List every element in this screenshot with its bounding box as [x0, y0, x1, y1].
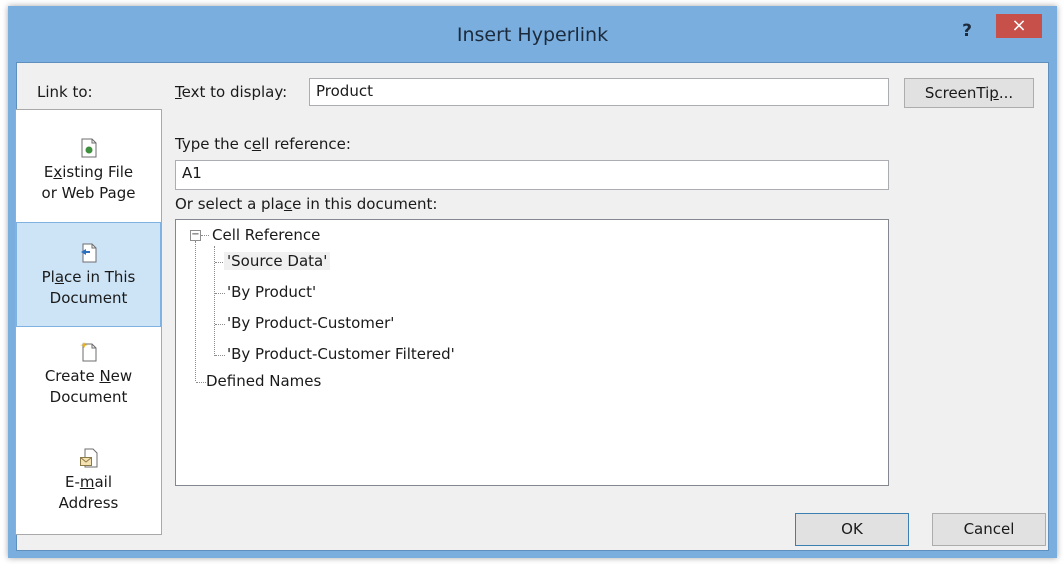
link-place-line2: Document: [49, 289, 128, 307]
tree-connector: [215, 355, 225, 356]
tree-node-by-product-customer-filtered[interactable]: 'By Product-Customer Filtered': [227, 345, 455, 363]
existing-file-icon: [81, 138, 96, 158]
tree-connector: [215, 324, 225, 325]
text-to-display-input[interactable]: Product: [309, 78, 889, 106]
link-email-line2: Address: [58, 494, 119, 512]
collapse-icon[interactable]: −: [190, 230, 201, 241]
close-icon: ×: [1011, 15, 1027, 36]
tree-node-defined-names[interactable]: Defined Names: [206, 372, 321, 390]
tree-node-cell-reference[interactable]: Cell Reference: [212, 226, 320, 244]
dialog-body: Link to: Existing File or Web Page Place…: [15, 62, 1049, 551]
link-to-label: Link to:: [37, 83, 93, 101]
link-create-line2: Document: [49, 388, 128, 406]
tree-node-by-product[interactable]: 'By Product': [227, 283, 316, 301]
select-place-label: Or select a place in this document:: [175, 195, 438, 213]
tree-node-source-data[interactable]: 'Source Data': [224, 252, 331, 270]
link-place-line1: Place in This: [41, 268, 136, 286]
link-to-bar: Existing File or Web Page Place in This …: [15, 109, 162, 535]
document-places-tree[interactable]: − Cell Reference 'Source Data' 'By Produ…: [175, 219, 889, 486]
cell-reference-label: Type the cell reference:: [175, 135, 351, 153]
link-existing-line2: or Web Page: [41, 184, 136, 202]
email-address-icon: [79, 448, 97, 468]
help-button[interactable]: ?: [952, 16, 982, 46]
link-existing-line1: Existing File: [43, 163, 134, 181]
link-email-line1: E-mail: [64, 473, 113, 491]
ok-button[interactable]: OK: [795, 513, 909, 546]
cancel-button[interactable]: Cancel: [932, 513, 1046, 546]
dialog-title: Insert Hyperlink: [456, 24, 609, 46]
link-create-new-document-button[interactable]: Create New Document: [16, 342, 161, 442]
tree-node-by-product-customer[interactable]: 'By Product-Customer': [227, 314, 394, 332]
tree-connector: [201, 235, 209, 236]
tree-connector: [196, 382, 206, 383]
cell-reference-input[interactable]: A1: [175, 160, 889, 190]
close-button[interactable]: ×: [996, 14, 1042, 38]
tree-connector: [195, 241, 196, 381]
insert-hyperlink-dialog: Insert Hyperlink ? × Link to: Existing F…: [8, 6, 1057, 558]
place-in-document-icon: [80, 243, 96, 263]
new-document-icon: [79, 342, 96, 362]
screentip-button[interactable]: ScreenTip...: [904, 78, 1034, 108]
link-place-in-document-button[interactable]: Place in This Document: [16, 222, 161, 327]
text-to-display-label: Text to display:: [175, 83, 288, 101]
link-email-address-button[interactable]: E-mail Address: [16, 448, 161, 528]
title-bar: Insert Hyperlink ? ×: [8, 6, 1057, 62]
link-create-line1: Create New: [44, 367, 133, 385]
tree-connector: [215, 293, 225, 294]
